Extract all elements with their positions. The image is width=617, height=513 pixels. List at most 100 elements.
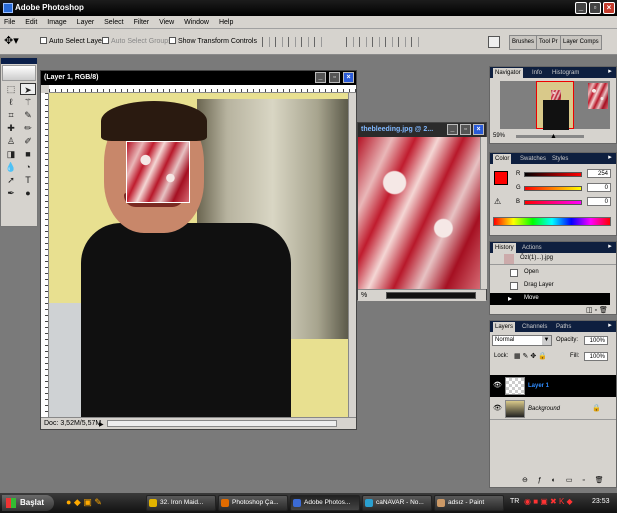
color-b-value[interactable]: 0 xyxy=(587,197,611,206)
status-menu-arrow-icon[interactable]: ▶ xyxy=(99,420,104,431)
history-brush-tool-icon[interactable]: ✐ xyxy=(20,135,36,147)
opacity-input[interactable]: 100% xyxy=(584,336,608,345)
clone-stamp-tool-icon[interactable]: ♙ xyxy=(3,135,19,147)
doc-close-button[interactable]: × xyxy=(343,72,354,83)
gradient-tool-icon[interactable]: ■ xyxy=(20,148,36,160)
layer-1-texture-overlay[interactable] xyxy=(126,141,190,203)
magic-wand-tool-icon[interactable]: ⚚ xyxy=(20,96,36,108)
blur-tool-icon[interactable]: 💧 xyxy=(3,161,19,173)
menu-file[interactable]: File xyxy=(0,16,19,29)
tab-channels[interactable]: Channels xyxy=(520,322,549,332)
pen-tool-icon[interactable]: ✒ xyxy=(3,187,19,199)
align-bottom-icon[interactable] xyxy=(288,37,296,47)
tab-actions[interactable]: Actions xyxy=(520,243,544,253)
layer-row[interactable]: 👁 Background 🔒 xyxy=(490,398,616,420)
menu-layer[interactable]: Layer xyxy=(73,16,99,29)
doc2-maximize-button[interactable]: ▫ xyxy=(460,124,471,135)
distribute-right-icon[interactable] xyxy=(411,37,419,47)
tab-paths[interactable]: Paths xyxy=(554,322,573,332)
gamut-warning-icon[interactable]: ⚠ xyxy=(494,197,501,206)
task-photoshop-forum[interactable]: Photoshop Ça... xyxy=(218,495,288,511)
align-hcenter-icon[interactable] xyxy=(314,37,322,47)
tab-layers[interactable]: Layers xyxy=(493,322,516,332)
document-titlebar-second[interactable]: thebleeding.jpg @ 2... _ ▫ × xyxy=(358,123,486,137)
menu-image[interactable]: Image xyxy=(43,16,70,29)
align-left-icon[interactable] xyxy=(301,37,309,47)
distribute-vcenter-icon[interactable] xyxy=(359,37,367,47)
color-r-slider[interactable] xyxy=(524,172,582,177)
menu-edit[interactable]: Edit xyxy=(21,16,41,29)
doc-minimize-button[interactable]: _ xyxy=(315,72,326,83)
tab-histogram[interactable]: Histogram xyxy=(550,68,581,78)
move-tool-icon[interactable]: ➤ xyxy=(20,83,36,95)
navigator-preview[interactable] xyxy=(500,81,610,130)
quicklaunch-icons[interactable]: ● ◆ ▣ ✎ xyxy=(66,497,102,508)
menu-select[interactable]: Select xyxy=(100,16,127,29)
tray-icons[interactable]: ◉ ■ ▣ ✖ K ◆ xyxy=(524,497,573,506)
toolbox-header[interactable] xyxy=(1,58,37,64)
history-new-snapshot-icon[interactable]: ◫ ▫ 🗑 xyxy=(586,306,608,314)
show-transform-controls-checkbox[interactable] xyxy=(169,37,176,44)
lasso-tool-icon[interactable]: ℓ xyxy=(3,96,19,108)
color-b-slider[interactable] xyxy=(524,200,582,205)
eye-icon[interactable]: 👁 xyxy=(493,404,502,412)
tab-color[interactable]: Color xyxy=(493,154,512,164)
minimize-button[interactable]: _ xyxy=(575,2,587,14)
align-top-icon[interactable] xyxy=(262,37,270,47)
well-tab-layer-comps[interactable]: Layer Comps xyxy=(560,35,602,50)
task-paint[interactable]: adsız - Paint xyxy=(434,495,504,511)
eye-icon[interactable]: 👁 xyxy=(493,381,502,389)
path-selection-tool-icon[interactable]: ➚ xyxy=(3,174,19,186)
start-button[interactable]: Başlat xyxy=(2,495,54,511)
well-tab-brushes[interactable]: Brushes xyxy=(509,35,538,50)
well-tab-tool-presets[interactable]: Tool Pr xyxy=(536,35,561,50)
task-iron-maiden[interactable]: 32. Iron Maid... xyxy=(146,495,216,511)
layer-row-selected[interactable]: 👁 Layer 1 xyxy=(490,375,616,397)
history-snapshot[interactable]: Ôzl(1)...).jpg xyxy=(490,253,616,265)
fill-input[interactable]: 100% xyxy=(584,352,608,361)
horizontal-scrollbar[interactable] xyxy=(107,420,337,427)
navigator-slider-thumb-icon[interactable]: ▲ xyxy=(550,133,557,140)
canvas-photo[interactable] xyxy=(49,93,348,419)
document-titlebar[interactable]: (Layer 1, RGB/8) _ ▫ × xyxy=(41,71,356,85)
eraser-tool-icon[interactable]: ◨ xyxy=(3,148,19,160)
distribute-bottom-icon[interactable] xyxy=(372,37,380,47)
doc2-close-button[interactable]: × xyxy=(473,124,484,135)
menu-window[interactable]: Window xyxy=(180,16,213,29)
tab-info[interactable]: Info xyxy=(530,68,544,78)
bleeding-texture-canvas[interactable] xyxy=(358,137,480,289)
tab-styles[interactable]: Styles xyxy=(550,154,570,164)
healing-brush-tool-icon[interactable]: ✚ xyxy=(3,122,19,134)
dodge-tool-icon[interactable]: ◔ xyxy=(20,161,36,173)
color-g-slider[interactable] xyxy=(524,186,582,191)
crop-tool-icon[interactable]: ⌗ xyxy=(3,109,19,121)
doc-maximize-button[interactable]: ▫ xyxy=(329,72,340,83)
restore-button[interactable]: ▫ xyxy=(589,2,601,14)
palette-well-toggle-icon[interactable] xyxy=(488,36,500,48)
marquee-tool-icon[interactable]: ⬚ xyxy=(3,83,19,95)
foreground-color-swatch[interactable] xyxy=(494,171,508,185)
doc2-horizontal-scrollbar[interactable] xyxy=(386,292,476,299)
history-item-selected[interactable]: ▸ Move xyxy=(490,293,610,305)
toolbox-logo[interactable] xyxy=(2,65,36,81)
menu-view[interactable]: View xyxy=(155,16,178,29)
type-tool-icon[interactable]: T xyxy=(20,174,36,186)
layers-menu-icon[interactable]: ▸ xyxy=(606,322,614,330)
color-menu-icon[interactable]: ▸ xyxy=(606,154,614,162)
navigator-zoom[interactable]: 59% xyxy=(493,131,505,141)
task-canavar[interactable]: caNAVAR - No... xyxy=(362,495,432,511)
vertical-ruler[interactable] xyxy=(41,93,49,419)
auto-select-layer-checkbox[interactable] xyxy=(40,37,47,44)
move-tool-preset-icon[interactable]: ✥▾ xyxy=(4,34,19,47)
navigator-menu-icon[interactable]: ▸ xyxy=(606,68,614,76)
doc2-vertical-scrollbar[interactable] xyxy=(480,137,487,289)
auto-select-layer-option[interactable]: Auto Select Layer xyxy=(40,37,104,47)
history-item[interactable]: Open xyxy=(490,267,610,279)
navigator-view-box[interactable] xyxy=(536,81,574,130)
shape-tool-icon[interactable]: ● xyxy=(20,187,36,199)
distribute-top-icon[interactable] xyxy=(346,37,354,47)
close-button[interactable]: × xyxy=(603,2,615,14)
tab-navigator[interactable]: Navigator xyxy=(493,68,523,78)
layers-footer-buttons[interactable]: ⊖ ƒ ◐ ▭ ▫ 🗑 xyxy=(522,476,608,484)
blend-mode-select[interactable]: Normal ▼ xyxy=(492,335,552,346)
